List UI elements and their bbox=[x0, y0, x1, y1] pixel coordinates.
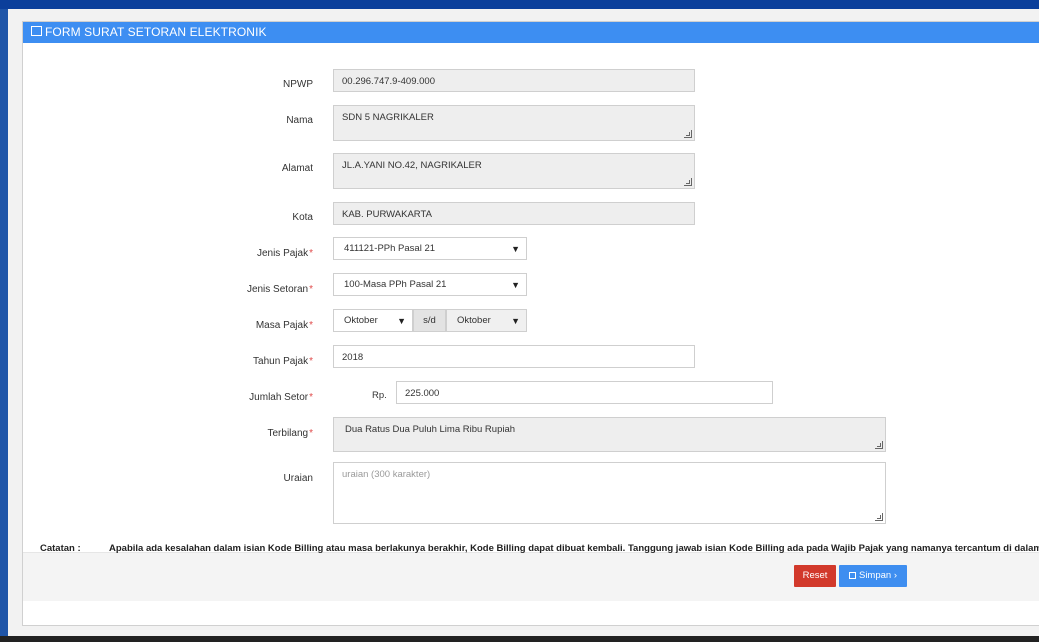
reset-button[interactable]: Reset bbox=[794, 565, 836, 587]
form-panel: FORM SURAT SETORAN ELEKTRONIK NPWP 00.29… bbox=[8, 9, 1039, 636]
alamat-value: JL.A.YANI NO.42, NAGRIKALER bbox=[342, 160, 482, 171]
form-footer: Reset Simpan › bbox=[23, 552, 1039, 601]
jenis-setoran-select[interactable]: 100-Masa PPh Pasal 21 ▼ bbox=[333, 273, 527, 296]
floppy-disk-icon bbox=[848, 572, 856, 579]
jumlah-setor-value: 225.000 bbox=[405, 388, 440, 399]
caret-down-icon: ▼ bbox=[511, 244, 520, 254]
masa-pajak-to-select[interactable]: Oktober ▼ bbox=[446, 309, 527, 332]
tahun-pajak-label: Tahun Pajak* bbox=[253, 356, 313, 367]
top-strip bbox=[0, 0, 1039, 9]
terbilang-value: Dua Ratus Dua Puluh Lima Ribu Rupiah bbox=[345, 424, 516, 435]
caret-down-icon: ▼ bbox=[511, 316, 520, 326]
page-title: FORM SURAT SETORAN ELEKTRONIK bbox=[45, 25, 267, 39]
save-button[interactable]: Simpan › bbox=[839, 565, 907, 587]
edit-icon bbox=[31, 26, 42, 36]
masa-pajak-label: Masa Pajak* bbox=[255, 320, 313, 331]
resize-handle-icon[interactable] bbox=[875, 441, 883, 449]
uraian-placeholder: uraian (300 karakter) bbox=[342, 469, 431, 480]
jenis-setoran-label: Jenis Setoran* bbox=[246, 284, 313, 295]
masa-pajak-from-value: Oktober bbox=[344, 315, 378, 326]
resize-handle-icon[interactable] bbox=[875, 513, 883, 521]
kota-value: KAB. PURWAKARTA bbox=[342, 209, 432, 220]
terbilang-label: Terbilang* bbox=[267, 428, 314, 439]
alamat-label: Alamat bbox=[281, 163, 313, 174]
bottom-strip bbox=[0, 636, 1039, 642]
uraian-label: Uraian bbox=[283, 473, 313, 484]
caret-down-icon: ▼ bbox=[511, 280, 520, 290]
resize-handle-icon[interactable] bbox=[684, 178, 692, 186]
panel-header: FORM SURAT SETORAN ELEKTRONIK bbox=[23, 22, 1039, 43]
kota-field[interactable]: KAB. PURWAKARTA bbox=[333, 202, 695, 225]
masa-pajak-from-select[interactable]: Oktober ▼ bbox=[333, 309, 413, 332]
nama-value: SDN 5 NAGRIKALER bbox=[342, 112, 434, 123]
npwp-value: 00.296.747.9-409.000 bbox=[342, 76, 435, 87]
jenis-setoran-value: 100-Masa PPh Pasal 21 bbox=[344, 279, 447, 290]
terbilang-field[interactable]: Dua Ratus Dua Puluh Lima Ribu Rupiah bbox=[333, 417, 886, 452]
jenis-pajak-value: 411121-PPh Pasal 21 bbox=[344, 243, 436, 254]
jumlah-setor-label: Jumlah Setor* bbox=[249, 392, 313, 403]
nama-field[interactable]: SDN 5 NAGRIKALER bbox=[333, 105, 695, 141]
kota-label: Kota bbox=[292, 212, 313, 223]
tahun-pajak-value: 2018 bbox=[342, 352, 364, 363]
uraian-textarea[interactable]: uraian (300 karakter) bbox=[333, 462, 886, 524]
caret-down-icon: ▼ bbox=[397, 316, 406, 326]
tahun-pajak-field[interactable]: 2018 bbox=[333, 345, 695, 368]
resize-handle-icon[interactable] bbox=[684, 130, 692, 138]
npwp-label: NPWP bbox=[283, 79, 313, 90]
alamat-field[interactable]: JL.A.YANI NO.42, NAGRIKALER bbox=[333, 153, 695, 189]
form-container: FORM SURAT SETORAN ELEKTRONIK NPWP 00.29… bbox=[22, 21, 1039, 626]
currency-prefix: Rp. bbox=[372, 390, 387, 401]
jenis-pajak-select[interactable]: 411121-PPh Pasal 21 ▼ bbox=[333, 237, 527, 260]
masa-pajak-to-value: Oktober bbox=[457, 315, 491, 326]
note-text: Apabila ada kesalahan dalam isian Kode B… bbox=[109, 543, 1039, 554]
npwp-field[interactable]: 00.296.747.9-409.000 bbox=[333, 69, 695, 92]
nama-label: Nama bbox=[286, 115, 313, 126]
jumlah-setor-field[interactable]: 225.000 bbox=[396, 381, 773, 404]
masa-pajak-separator: s/d bbox=[413, 309, 446, 332]
save-button-label: Simpan › bbox=[858, 570, 897, 581]
jenis-pajak-label: Jenis Pajak* bbox=[256, 248, 313, 259]
note-title: Catatan : bbox=[40, 543, 81, 554]
